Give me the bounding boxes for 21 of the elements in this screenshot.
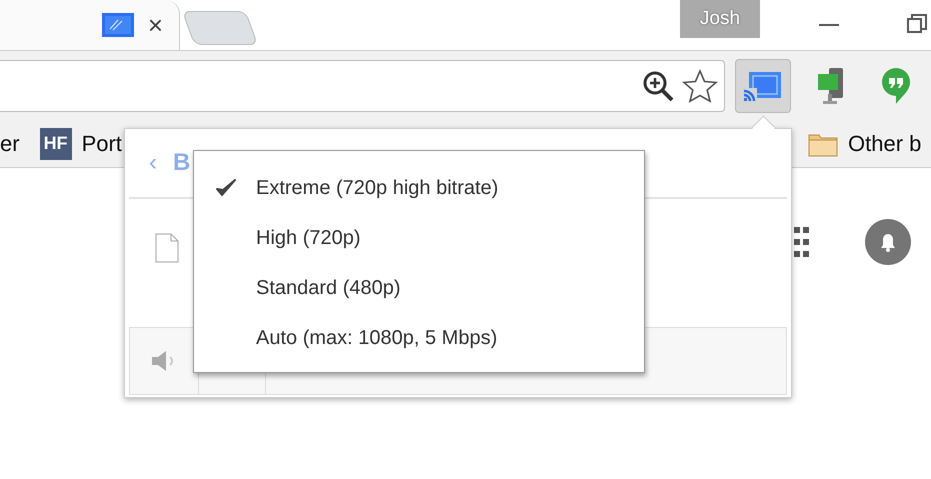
apps-grid-icon[interactable] <box>791 227 809 257</box>
menu-item[interactable]: High (720p) <box>194 213 644 263</box>
active-tab[interactable]: × <box>0 0 180 50</box>
screen-icon <box>102 13 134 37</box>
bookmark[interactable]: er <box>0 130 20 156</box>
site-icon: HF <box>40 128 72 160</box>
document-icon <box>155 233 179 263</box>
cast-button[interactable] <box>735 58 791 112</box>
bookmark[interactable]: Other b <box>848 130 922 156</box>
menu-item[interactable]: Standard (480p) <box>194 263 644 313</box>
restore-icon[interactable] <box>907 14 927 34</box>
vise-icon[interactable] <box>815 66 845 106</box>
menu-item[interactable]: Extreme (720p high bitrate) <box>194 163 644 213</box>
cast-icon <box>743 70 783 102</box>
notification-bell-icon[interactable] <box>865 219 911 265</box>
zoom-in-icon[interactable] <box>642 70 674 102</box>
close-tab-button[interactable]: × <box>148 12 163 38</box>
chat-bubble-icon[interactable] <box>881 66 911 104</box>
menu-item[interactable]: Auto (max: 1080p, 5 Mbps) <box>194 313 644 363</box>
star-icon[interactable] <box>682 68 718 102</box>
bookmark[interactable]: Port <box>82 130 122 156</box>
